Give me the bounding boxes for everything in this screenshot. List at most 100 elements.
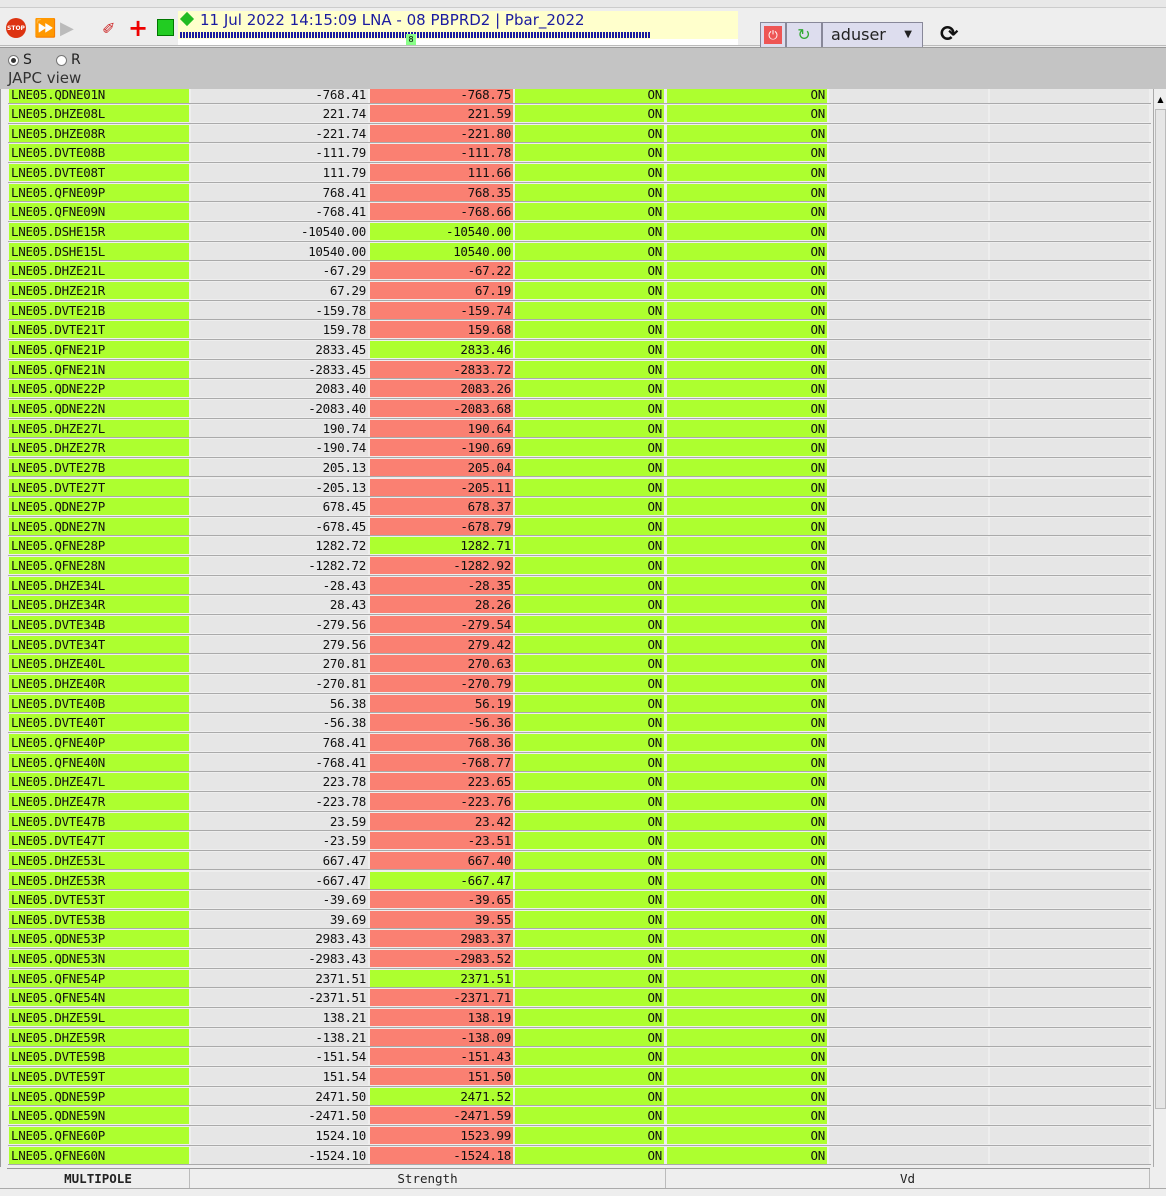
table-row[interactable]: LNE05.DVTE40B 56.38 56.19 ON ON [8,694,1151,714]
table-row[interactable]: LNE05.QFNE09P 768.41 768.35 ON ON [8,183,1151,203]
header-strength[interactable]: Strength [190,1169,666,1189]
table-row[interactable]: LNE05.DVTE27B 205.13 205.04 ON ON [8,458,1151,478]
table-row[interactable]: LNE05.DSHE15L 10540.00 10540.00 ON ON [8,242,1151,262]
table-row[interactable]: LNE05.QDNE27P 678.45 678.37 ON ON [8,497,1151,517]
empty-cell [829,989,988,1007]
empty-cell [990,714,1149,732]
table-row[interactable]: LNE05.DVTE53T -39.69 -39.65 ON ON [8,890,1151,910]
strength-set: -28.43 [191,576,368,594]
refresh-button[interactable]: ↻ [786,22,822,48]
strength-set: -2833.45 [191,360,368,378]
table-row[interactable]: LNE05.DVTE59B -151.54 -151.43 ON ON [8,1047,1151,1067]
strength-set: 67.29 [191,282,368,299]
strength-actual: 2471.52 [370,1087,513,1105]
eraser-icon[interactable]: ✐ [102,17,115,39]
table-row[interactable]: LNE05.QDNE53P 2983.43 2983.37 ON ON [8,929,1151,950]
table-row[interactable]: LNE05.DHZE47R -223.78 -223.76 ON ON [8,792,1151,812]
table-row[interactable]: LNE05.QFNE21N -2833.45 -2833.72 ON ON [8,360,1151,380]
user-dropdown[interactable]: aduser ▼ [822,22,923,48]
table-row[interactable]: LNE05.DHZE40R -270.81 -270.79 ON ON [8,674,1151,694]
play-icon[interactable]: ▶ [60,17,74,39]
strength-set: -667.47 [191,871,368,889]
vd-state: ON [515,635,664,653]
empty-cell [829,675,988,692]
table-row[interactable]: LNE05.QDNE59N -2471.50 -2471.59 ON ON [8,1106,1151,1126]
table-row[interactable]: LNE05.DVTE21T 159.78 159.68 ON ON [8,320,1151,340]
add-icon[interactable]: + [128,14,148,42]
horizontal-scrollbar[interactable] [0,1188,1166,1196]
vertical-scrollbar[interactable]: ▲ [1153,89,1166,1167]
table-row[interactable]: LNE05.DHZE59L 138.21 138.19 ON ON [8,1008,1151,1028]
scroll-thumb[interactable] [1155,109,1166,1109]
empty-cell [990,832,1149,850]
vd-state-actual: ON [667,950,827,968]
radio-r-indicator[interactable] [56,54,67,66]
table-row[interactable]: LNE05.DHZE27R -190.74 -190.69 ON ON [8,438,1151,458]
table-row[interactable]: LNE05.DSHE15R -10540.00 -10540.00 ON ON [8,222,1151,242]
radio-s[interactable]: S [8,52,32,68]
empty-cell [990,792,1149,810]
table-row[interactable]: LNE05.DVTE47T -23.59 -23.51 ON ON [8,831,1151,851]
strength-actual: -23.51 [370,832,513,850]
table-row[interactable]: LNE05.DVTE40T -56.38 -56.36 ON ON [8,713,1151,733]
table-row[interactable]: LNE05.QFNE40N -768.41 -768.77 ON ON [8,753,1151,773]
vd-state: ON [515,439,664,457]
power-button[interactable]: ⏻ [760,22,786,48]
reload-icon[interactable]: ⟳ [940,22,958,47]
table-row[interactable]: LNE05.QDNE22N -2083.40 -2083.68 ON ON [8,399,1151,419]
table-row[interactable]: LNE05.DHZE34L -28.43 -28.35 ON ON [8,576,1151,596]
table-row[interactable]: LNE05.QFNE54P 2371.51 2371.51 ON ON [8,969,1151,989]
scroll-up-icon[interactable]: ▲ [1154,93,1166,107]
multipole-name: LNE05.DVTE53T [9,891,189,909]
strength-actual: -768.66 [370,203,513,221]
radio-r[interactable]: R [56,52,81,68]
table-row[interactable]: LNE05.DVTE08B -111.79 -111.78 ON ON [8,143,1151,164]
table-row[interactable]: LNE05.QFNE09N -768.41 -768.66 ON ON [8,202,1151,223]
table-row[interactable]: LNE05.DHZE34R 28.43 28.26 ON ON [8,595,1151,616]
stop-icon[interactable]: STOP [6,18,26,38]
table-row[interactable]: LNE05.QDNE59P 2471.50 2471.52 ON ON [8,1087,1151,1107]
table-row[interactable]: LNE05.DHZE08L 221.74 221.59 ON ON [8,104,1151,124]
table-row[interactable]: LNE05.QFNE40P 768.41 768.36 ON ON [8,733,1151,753]
table-row[interactable]: LNE05.DVTE47B 23.59 23.42 ON ON [8,812,1151,832]
table-row[interactable]: LNE05.DVTE34B -279.56 -279.54 ON ON [8,615,1151,635]
multipole-name: LNE05.QFNE09N [9,203,189,221]
table-row[interactable]: LNE05.QDNE01N -768.41 -768.75 ON ON [8,89,1151,105]
table-row[interactable]: LNE05.DHZE53R -667.47 -667.47 ON ON [8,871,1151,891]
table-row[interactable]: LNE05.DVTE27T -205.13 -205.11 ON ON [8,478,1151,498]
table-row[interactable]: LNE05.QDNE22P 2083.40 2083.26 ON ON [8,379,1151,399]
table-row[interactable]: LNE05.DVTE53B 39.69 39.55 ON ON [8,910,1151,930]
table-row[interactable]: LNE05.QDNE53N -2983.43 -2983.52 ON ON [8,949,1151,969]
table-row[interactable]: LNE05.QFNE21P 2833.45 2833.46 ON ON [8,340,1151,360]
table-row[interactable]: LNE05.DHZE47L 223.78 223.65 ON ON [8,772,1151,792]
header-vd[interactable]: Vd [666,1169,1150,1189]
table-row[interactable]: LNE05.DHZE53L 667.47 667.40 ON ON [8,851,1151,871]
table-row[interactable]: LNE05.QDNE27N -678.45 -678.79 ON ON [8,517,1151,537]
empty-cell [829,340,988,358]
table-row[interactable]: LNE05.QFNE54N -2371.51 -2371.71 ON ON [8,988,1151,1009]
multipole-name: LNE05.DVTE08T [9,164,189,182]
vd-state: ON [515,419,664,437]
header-multipole[interactable]: MULTIPOLE [7,1169,190,1189]
table-row[interactable]: LNE05.DVTE21B -159.78 -159.74 ON ON [8,301,1151,321]
table-row[interactable]: LNE05.QFNE60P 1524.10 1523.99 ON ON [8,1126,1151,1146]
table-row[interactable]: LNE05.DVTE08T 111.79 111.66 ON ON [8,163,1151,183]
table-row[interactable]: LNE05.DHZE21L -67.29 -67.22 ON ON [8,261,1151,281]
table-row[interactable]: LNE05.DHZE59R -138.21 -138.09 ON ON [8,1028,1151,1048]
vd-state: ON [515,399,664,417]
table-row[interactable]: LNE05.DVTE59T 151.54 151.50 ON ON [8,1067,1151,1087]
table-row[interactable]: LNE05.DHZE40L 270.81 270.63 ON ON [8,654,1151,674]
table-row[interactable]: LNE05.QFNE28P 1282.72 1282.71 ON ON [8,536,1151,557]
table-row[interactable]: LNE05.QFNE28N -1282.72 -1282.92 ON ON [8,556,1151,576]
radio-s-indicator[interactable] [8,54,19,66]
strength-set: -270.81 [191,675,368,692]
table-row[interactable]: LNE05.DHZE08R -221.74 -221.80 ON ON [8,124,1151,144]
table-row[interactable]: LNE05.QFNE60N -1524.10 -1524.18 ON ON [8,1146,1151,1166]
fast-forward-icon[interactable]: ⏩ [34,17,56,39]
table-row[interactable]: LNE05.DHZE21R 67.29 67.19 ON ON [8,281,1151,301]
vd-state: ON [515,517,664,535]
multipole-name: LNE05.DHZE53R [9,871,189,889]
empty-cell [990,969,1149,987]
table-row[interactable]: LNE05.DHZE27L 190.74 190.64 ON ON [8,419,1151,439]
table-row[interactable]: LNE05.DVTE34T 279.56 279.42 ON ON [8,635,1151,655]
